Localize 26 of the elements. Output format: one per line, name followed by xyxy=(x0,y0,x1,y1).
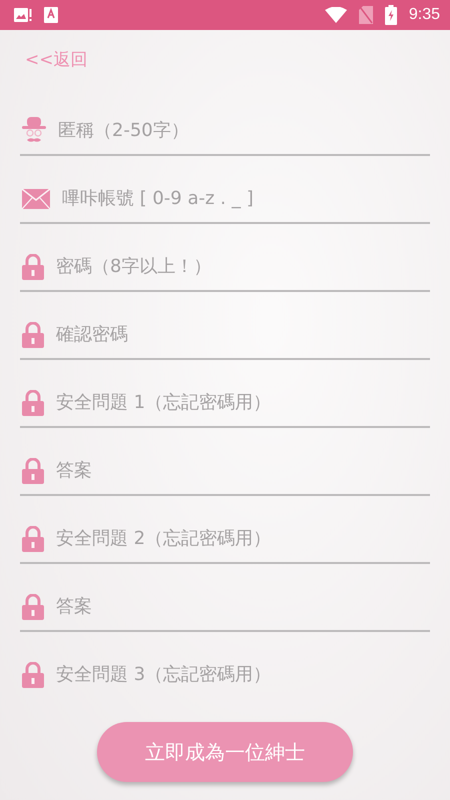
input-field[interactable]: 答案 xyxy=(54,459,430,482)
envelope-icon xyxy=(22,188,50,208)
input-field[interactable]: 確認密碼 xyxy=(54,323,430,346)
back-link[interactable]: <<返回 xyxy=(25,48,88,71)
padlock-icon xyxy=(22,322,44,348)
image-notification-icon xyxy=(14,7,32,23)
input-field[interactable]: 匿稱（2-50字） xyxy=(56,119,430,142)
app-notification-icon xyxy=(44,7,58,23)
input-field[interactable]: 安全問題 3（忘記密碼用） xyxy=(54,663,430,686)
padlock-icon xyxy=(22,458,44,484)
wifi-icon xyxy=(324,7,347,23)
battery-charging-icon xyxy=(384,5,397,25)
padlock-icon xyxy=(22,526,44,552)
padlock-icon xyxy=(22,254,44,280)
gentleman-hat-icon xyxy=(22,116,46,144)
input-field[interactable]: 密碼（8字以上！） xyxy=(54,255,430,278)
register-button[interactable]: 立即成為一位紳士 xyxy=(97,722,353,782)
padlock-icon xyxy=(22,662,44,688)
padlock-icon xyxy=(22,390,44,416)
no-sim-icon xyxy=(358,6,373,24)
input-field[interactable]: 嗶咔帳號 [ 0-9 a-z . _ ] xyxy=(60,187,430,210)
padlock-icon xyxy=(22,594,44,620)
input-field[interactable]: 安全問題 2（忘記密碼用） xyxy=(54,527,430,550)
clock-time: 9:35 xyxy=(408,6,440,24)
input-field[interactable]: 安全問題 1（忘記密碼用） xyxy=(54,391,430,414)
input-field[interactable]: 答案 xyxy=(54,595,430,618)
